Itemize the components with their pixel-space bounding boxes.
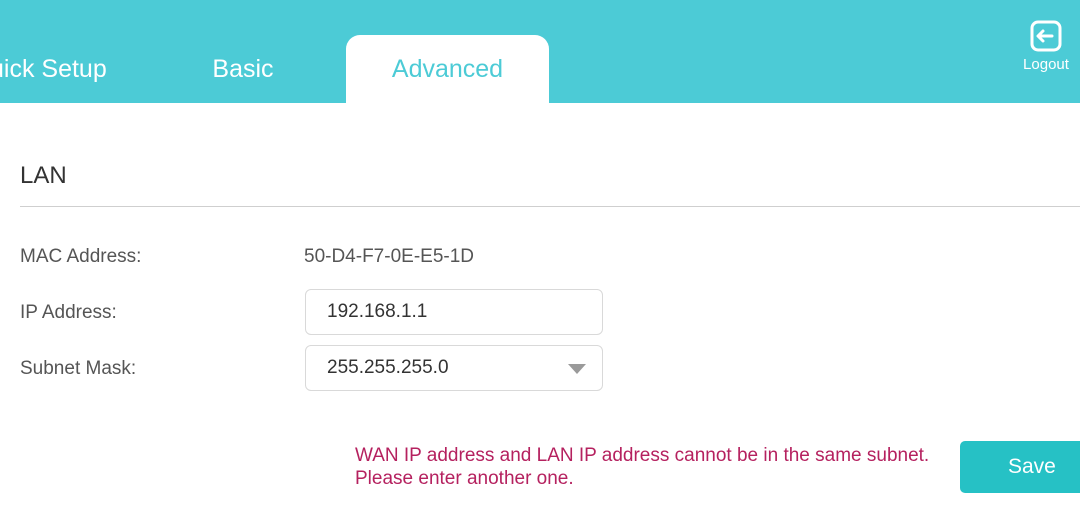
tab-quick-setup[interactable]: uick Setup [0,35,140,103]
ip-address-value: 192.168.1.1 [327,301,428,322]
mac-address-label: MAC Address: [20,246,142,267]
logout-label: Logout [1023,56,1069,73]
tab-advanced[interactable]: Advanced [346,35,549,103]
tab-basic[interactable]: Basic [170,35,316,103]
subnet-mask-select[interactable]: 255.255.255.0 [305,345,603,391]
save-button-label: Save [1008,455,1056,478]
top-header: uick Setup Basic Advanced Logout [0,0,1080,103]
ip-address-input[interactable]: 192.168.1.1 [305,289,603,335]
chevron-down-icon [568,364,586,374]
tab-quick-setup-label: uick Setup [0,54,107,83]
subnet-mask-label: Subnet Mask: [20,358,137,379]
tab-basic-label: Basic [212,54,274,83]
section-divider [20,206,1080,207]
error-message-line2: Please enter another one. [355,468,574,489]
section-title: LAN [20,162,67,189]
tab-advanced-label: Advanced [391,54,504,83]
error-message-line1: WAN IP address and LAN IP address cannot… [355,445,930,466]
save-button[interactable]: Save [960,441,1080,493]
logout-icon [1014,20,1078,52]
ip-address-label: IP Address: [20,302,117,323]
subnet-mask-value: 255.255.255.0 [327,357,449,378]
mac-address-value: 50-D4-F7-0E-E5-1D [304,246,474,267]
error-message: WAN IP address and LAN IP address cannot… [355,444,955,490]
logout-button[interactable]: Logout [1014,20,1078,80]
